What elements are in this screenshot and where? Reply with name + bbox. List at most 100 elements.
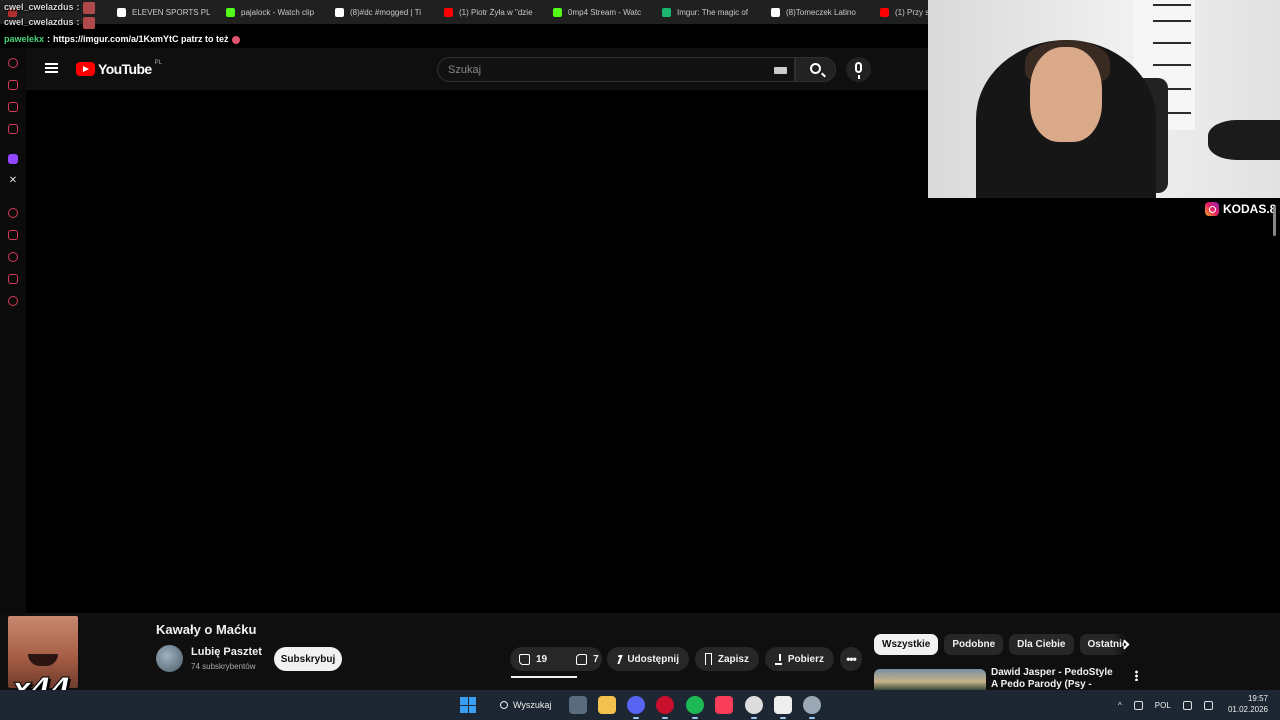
- keyboard-icon[interactable]: [774, 67, 787, 74]
- search-box: [437, 57, 795, 82]
- dislike-button[interactable]: 7: [567, 647, 607, 671]
- channel-avatar[interactable]: [156, 645, 183, 672]
- subscribe-button[interactable]: Subskrybuj: [274, 647, 342, 671]
- settings-icon[interactable]: [8, 296, 18, 306]
- history-icon[interactable]: [8, 252, 18, 262]
- youtube-header: YouTube PL: [26, 48, 928, 90]
- browser-tab[interactable]: (8)#dc #mogged | Ti: [327, 0, 436, 24]
- like-dislike-group: 19 7: [510, 647, 602, 671]
- thumb-up-icon: [519, 653, 530, 665]
- tiktok-favicon-icon: [771, 7, 780, 17]
- kebab-menu-icon[interactable]: [1135, 670, 1138, 681]
- opera-icon[interactable]: [8, 58, 18, 68]
- share-button[interactable]: Udostępnij: [607, 647, 689, 671]
- file-explorer-icon[interactable]: [598, 696, 616, 714]
- chat-message: pawelekx: https://imgur.com/a/1KxmYtC pa…: [4, 32, 240, 47]
- browser-tab[interactable]: (8)Tomeczek Latino: [763, 0, 872, 24]
- download-button[interactable]: Pobierz: [765, 647, 834, 671]
- instagram-handle: KODAS.8: [1223, 202, 1277, 216]
- chat-username: cwel_cwelazdus: [4, 2, 74, 12]
- app-g-icon[interactable]: [774, 696, 792, 719]
- save-button[interactable]: Zapisz: [695, 647, 759, 671]
- region-code: PL: [154, 60, 162, 66]
- youtube-favicon-icon: [880, 7, 889, 17]
- player-icon[interactable]: [8, 208, 18, 218]
- search-button[interactable]: [795, 57, 836, 82]
- search-icon: [810, 63, 821, 74]
- clock-date: 01.02.2026: [1227, 705, 1268, 714]
- browser-sidebar: ✕: [0, 48, 26, 613]
- chat-message: cwel_cwelazdus:: [4, 15, 240, 30]
- recommendation-thumbnail[interactable]: [874, 669, 986, 690]
- search-icon: [500, 701, 508, 709]
- extensions-icon[interactable]: [8, 274, 18, 284]
- bookmark-icon[interactable]: [8, 230, 18, 240]
- youtube-play-icon: [76, 62, 95, 76]
- menu-icon[interactable]: [45, 63, 58, 73]
- twitch-icon[interactable]: [8, 154, 18, 164]
- discord-icon[interactable]: [627, 696, 645, 719]
- taskbar-search[interactable]: Wyszukaj: [488, 695, 558, 715]
- bag-icon[interactable]: [8, 80, 18, 90]
- taskbar-clock[interactable]: 19:57 01.02.2026: [1226, 693, 1268, 715]
- instagram-icon: [1205, 202, 1219, 216]
- browser-tab[interactable]: (1) Piotr Żyła w "dzie: [436, 0, 545, 24]
- instagram-badge: KODAS.8: [1205, 202, 1276, 216]
- microphone-icon: [855, 62, 862, 79]
- thumb-down-icon: [576, 653, 588, 665]
- voice-search-button[interactable]: [846, 57, 871, 82]
- chat-username: cwel_cwelazdus: [4, 17, 74, 27]
- chip-related[interactable]: Podobne: [944, 634, 1004, 655]
- chat-text: https://imgur.com/a/1KxmYtC patrz to też: [53, 34, 229, 44]
- task-view-icon[interactable]: [569, 696, 587, 714]
- youtube-wordmark: YouTube: [98, 61, 152, 77]
- tiktok-favicon-icon: [335, 7, 344, 17]
- gx-corner-icon[interactable]: [8, 102, 18, 112]
- opera-gx-icon[interactable]: [656, 696, 674, 719]
- like-progress-underline: [511, 676, 577, 678]
- download-icon: [775, 653, 782, 665]
- more-icon: •••: [846, 652, 857, 666]
- music-icon[interactable]: [715, 696, 733, 714]
- windows-start-icon[interactable]: [460, 697, 476, 713]
- more-actions-button[interactable]: •••: [840, 647, 862, 671]
- network-icon[interactable]: [1182, 700, 1192, 710]
- clock-time: 19:57: [1247, 694, 1268, 703]
- chip-all[interactable]: Wszystkie: [874, 634, 939, 655]
- like-button[interactable]: 19: [510, 647, 555, 671]
- chat-message: cwel_cwelazdus:: [4, 0, 240, 15]
- language-indicator[interactable]: POL: [1155, 701, 1171, 710]
- x-twitter-icon[interactable]: ✕: [8, 176, 18, 186]
- settings-gear-icon[interactable]: [803, 696, 821, 719]
- browser-tab[interactable]: 0mp4 Stream - Watc: [545, 0, 654, 24]
- recommendation-title[interactable]: Dawid Jasper - PedoStyle A Pedo Parody (…: [991, 667, 1116, 690]
- browser-icon[interactable]: [745, 696, 763, 719]
- webcam-feed: [928, 0, 1280, 198]
- youtube-logo[interactable]: YouTube PL: [76, 60, 162, 77]
- volume-icon[interactable]: [1203, 700, 1213, 710]
- video-player[interactable]: [26, 90, 928, 613]
- browser-tab[interactable]: (1) Przy sprzedaży F: [872, 0, 928, 24]
- chevron-up-icon[interactable]: ^: [1118, 701, 1122, 710]
- screen: ELEVEN SPORTS PL pajalock - Watch clip (…: [0, 0, 1280, 720]
- search-input[interactable]: [448, 58, 768, 81]
- youtube-favicon-icon: [444, 7, 453, 17]
- share-icon: [615, 654, 623, 664]
- dislike-count: 7: [593, 653, 599, 665]
- kick-favicon-icon: [553, 7, 562, 17]
- scrollbar-thumb[interactable]: [1273, 206, 1276, 236]
- chip-for-you[interactable]: Dla Ciebie: [1009, 634, 1074, 655]
- channel-name[interactable]: Lubię Pasztet: [191, 646, 262, 658]
- browser-tab[interactable]: Imgur: The magic of: [654, 0, 763, 24]
- bookmark-icon: [705, 653, 712, 665]
- mods-icon[interactable]: [8, 124, 18, 134]
- emote-icon: [231, 35, 240, 44]
- stream-chat-overlay: cwel_cwelazdus: cwel_cwelazdus: pawelekx…: [4, 0, 240, 47]
- like-count: 19: [536, 653, 548, 665]
- filter-chips: Wszystkie Podobne Dla Ciebie Ostatnio: [874, 634, 1127, 655]
- video-title: Kawały o Maćku: [156, 622, 257, 637]
- emote-icon: [82, 1, 95, 14]
- spotify-icon[interactable]: [686, 696, 704, 719]
- emote-icon: [82, 16, 95, 29]
- microphone-tray-icon[interactable]: [1133, 700, 1143, 710]
